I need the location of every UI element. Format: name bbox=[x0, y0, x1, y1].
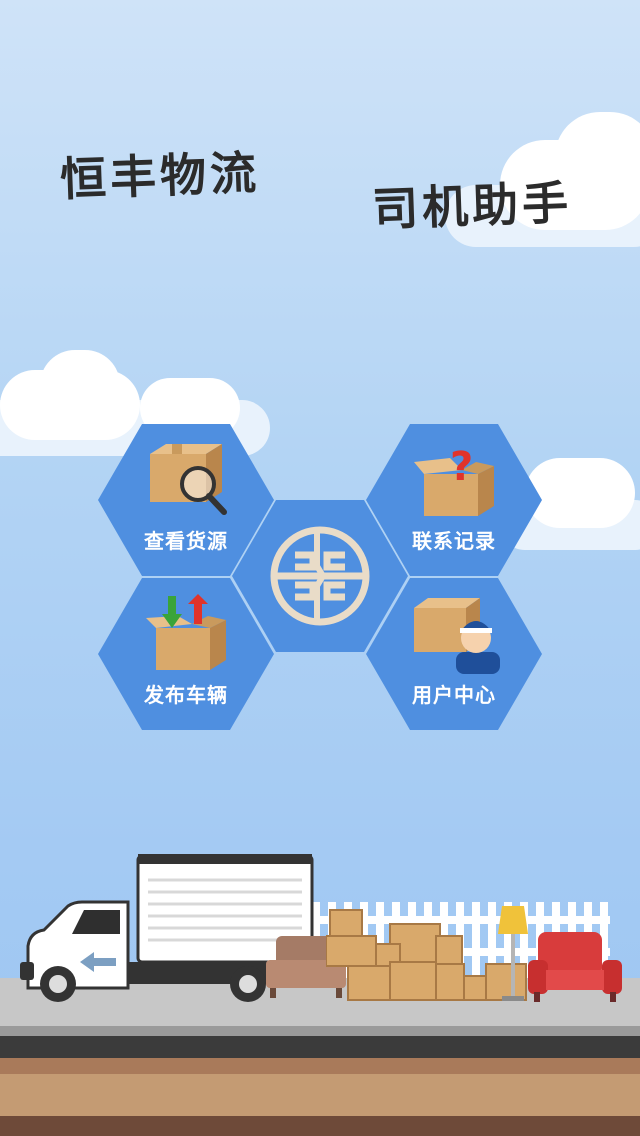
lamp-illustration bbox=[498, 906, 528, 1001]
app-title: 恒丰物流 bbox=[59, 145, 261, 207]
menu-label-user-center: 用户中心 bbox=[412, 683, 496, 707]
curb bbox=[0, 1026, 640, 1036]
road bbox=[0, 1036, 640, 1058]
menu-label-contact-records: 联系记录 bbox=[412, 529, 496, 553]
menu-label-view-cargo: 查看货源 bbox=[144, 529, 228, 553]
armchair-illustration bbox=[528, 932, 622, 1002]
cloud-right-puff bbox=[525, 458, 635, 528]
logo-emblem-icon bbox=[270, 526, 370, 626]
soil-bottom bbox=[0, 1116, 640, 1136]
app-subtitle: 司机助手 bbox=[371, 175, 573, 237]
soil-mid bbox=[0, 1074, 640, 1116]
menu-label-publish-vehicle: 发布车辆 bbox=[144, 683, 228, 707]
cloud-left-puff2 bbox=[40, 350, 120, 420]
soil-top bbox=[0, 1058, 640, 1074]
